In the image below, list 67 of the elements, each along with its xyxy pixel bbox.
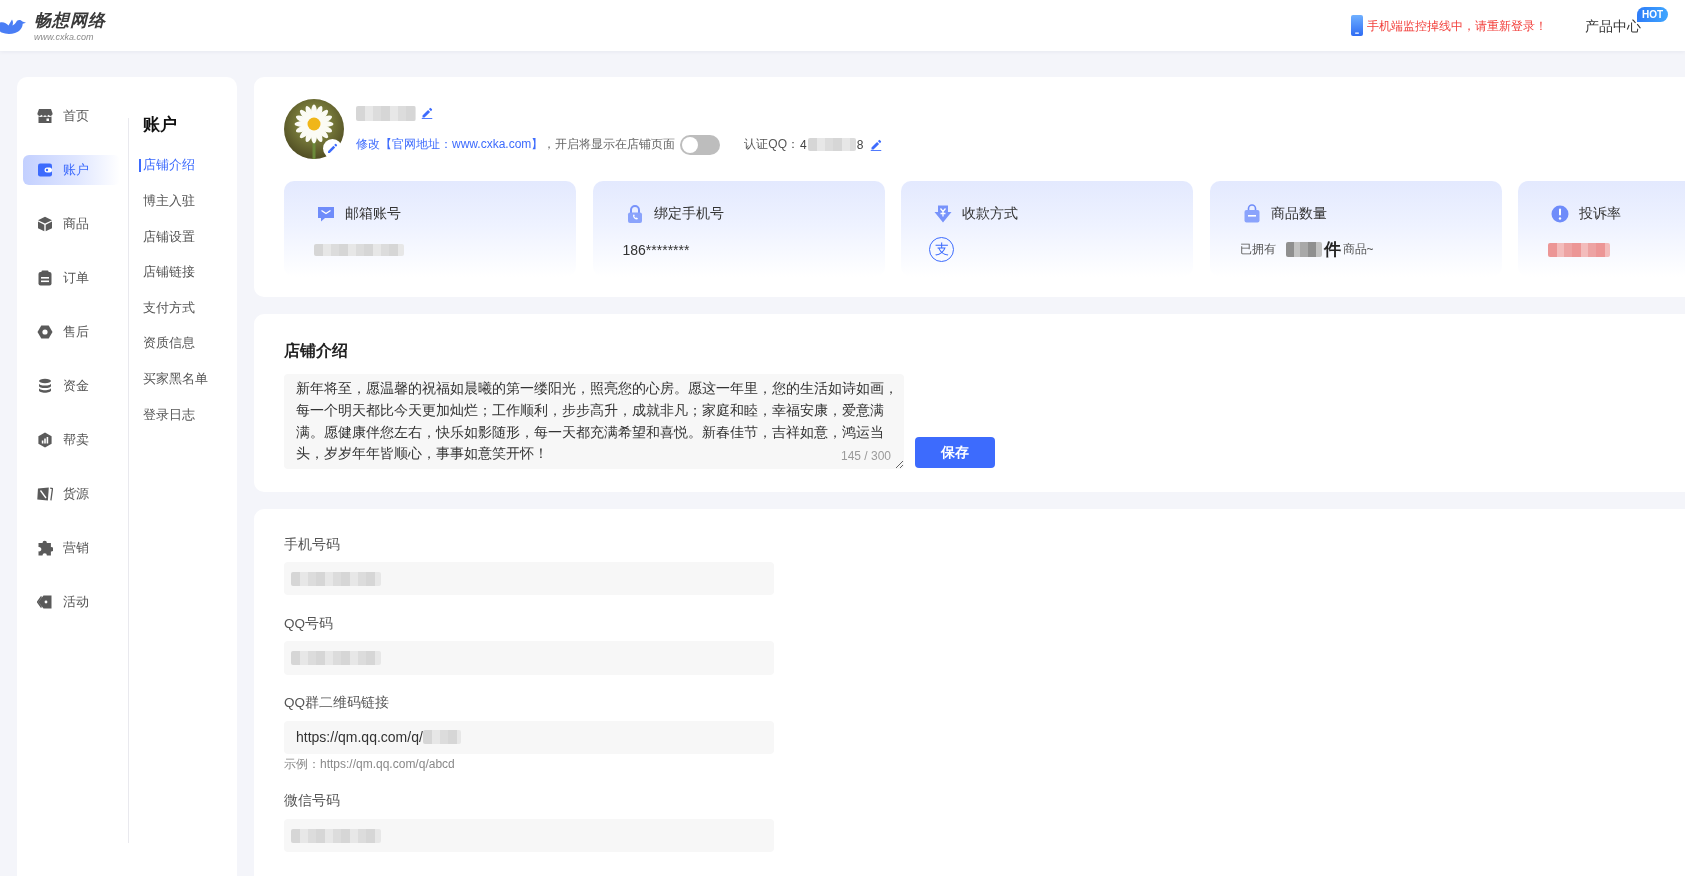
subnav-item[interactable]: 买家黑名单: [139, 361, 208, 397]
nav-item[interactable]: 售后: [23, 317, 120, 347]
toggle-switch[interactable]: [680, 134, 721, 155]
box-icon: [37, 216, 53, 232]
input-field[interactable]: [284, 641, 774, 675]
qq-number: 4: [800, 137, 807, 152]
nav-item[interactable]: 活动: [23, 587, 120, 617]
qq-label: 认证QQ：: [744, 136, 800, 154]
nav-item[interactable]: 营销: [23, 533, 120, 563]
wallet-icon: [37, 162, 53, 178]
nav-item[interactable]: 订单: [23, 263, 120, 293]
hexagon-icon: [37, 324, 53, 340]
edit-icon[interactable]: [421, 107, 433, 119]
char-counter: 145 / 300: [840, 448, 891, 465]
puzzle-icon: [37, 540, 53, 556]
database-icon: [37, 378, 53, 394]
stat-title: 收款方式: [962, 205, 1018, 223]
phone-icon: [1351, 15, 1363, 36]
store-icon: [37, 108, 53, 124]
hot-badge: HOT: [1637, 6, 1669, 22]
field-hint: 示例：https://qm.qq.com/q/abcd: [284, 756, 456, 774]
field-label: 手机号码: [284, 535, 341, 554]
official-site-note: ，开启将显示在店铺页面: [543, 136, 676, 154]
stat-title: 商品数量: [1270, 205, 1327, 223]
clipboard-icon: [37, 270, 53, 286]
official-site-link[interactable]: 修改【官网地址：www.cxka.com】: [356, 136, 544, 154]
card-title: 店铺介绍: [284, 340, 349, 361]
flower-avatar: [284, 99, 344, 159]
subnav-item[interactable]: 店铺设置: [139, 218, 195, 255]
stat-title: 邮箱账号: [345, 205, 401, 223]
subnav-item[interactable]: 店铺链接: [139, 254, 195, 291]
alert-icon: [1550, 204, 1570, 224]
goods-count-prefix: 已拥有: [1239, 241, 1276, 258]
goods-count-unit: 件: [1323, 239, 1341, 261]
nav-item[interactable]: 商品: [23, 209, 120, 239]
field-label: QQ号码: [284, 614, 334, 633]
qq-number: 8: [856, 137, 864, 152]
nav-item[interactable]: 货源: [23, 479, 120, 509]
stat-title: 绑定手机号: [653, 205, 724, 223]
nav-item[interactable]: 帮卖: [23, 425, 120, 455]
notebook-icon: [37, 486, 53, 502]
input-field[interactable]: [284, 562, 774, 596]
subnav-item[interactable]: 博主入驻: [139, 183, 195, 219]
alert-text[interactable]: 手机端监控掉线中，请重新登录！: [1367, 16, 1547, 35]
tag-icon: [37, 594, 53, 610]
subnav-item[interactable]: 登录日志: [139, 396, 195, 433]
subnav-item[interactable]: 支付方式: [139, 290, 195, 326]
input-field[interactable]: https://qm.qq.com/q/: [284, 720, 774, 755]
edit-icon[interactable]: [323, 139, 342, 158]
phone-number: 186********: [622, 241, 690, 258]
nav-item[interactable]: 资金: [23, 371, 120, 401]
input-field[interactable]: [284, 818, 774, 853]
field-label: 微信号码: [284, 792, 341, 811]
logo-name: 畅想网络: [34, 10, 106, 31]
save-button[interactable]: 保存: [915, 437, 995, 468]
stat-title: 投诉率: [1579, 205, 1621, 223]
nav-item[interactable]: 首页: [23, 101, 120, 131]
subnav-item[interactable]: 店铺介绍: [139, 147, 195, 184]
mail-icon: [316, 204, 336, 224]
edit-icon[interactable]: [870, 138, 883, 151]
field-label: QQ群二维码链接: [284, 694, 390, 713]
logo-url: www.cxka.com: [34, 30, 95, 43]
chart-icon: [37, 432, 53, 448]
subnav-item[interactable]: 资质信息: [139, 325, 195, 362]
arrow-down-icon: [933, 204, 953, 224]
goods-count-suffix: 商品~: [1342, 241, 1374, 258]
section-title: 账户: [143, 114, 177, 136]
